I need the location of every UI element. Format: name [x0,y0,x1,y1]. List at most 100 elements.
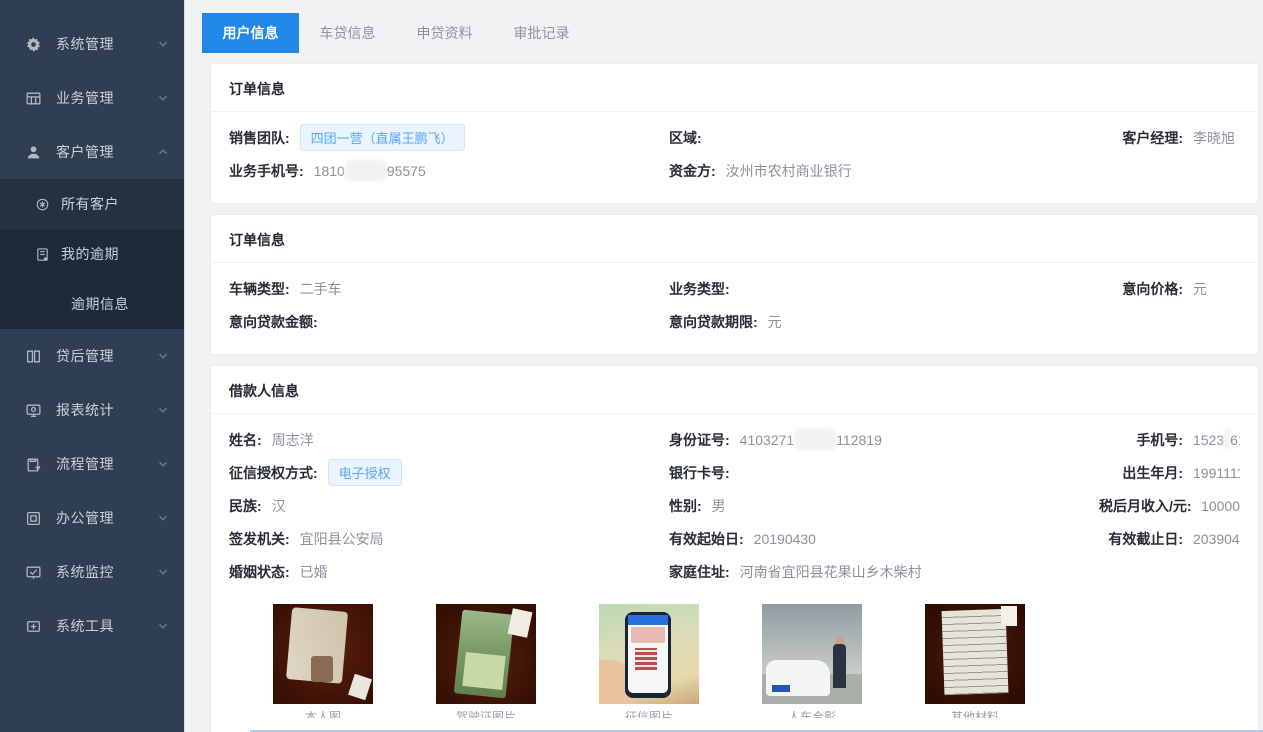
sidebar-item-office-mgmt[interactable]: 办公管理 [0,491,184,545]
field-marital-status: 婚姻状态: 已婚 [229,555,669,588]
sidebar-item-label: 逾期信息 [71,294,170,314]
field-mobile-number: 手机号: 1523 6137 [1099,423,1240,456]
car-person-photo[interactable] [762,604,862,704]
photo-caption: 征信图片 [599,711,699,718]
chevron-down-icon [156,511,170,525]
chevron-up-icon [156,145,170,159]
field-intended-loan-amount: 意向贷款金额: [229,305,669,338]
field-gender: 性别: 男 [669,489,1099,522]
card-title: 订单信息 [211,64,1258,112]
tab-approval-records[interactable]: 审批记录 [493,13,590,53]
photo-item: 其他材料 [925,604,1025,718]
clipboard-icon [24,455,42,473]
sidebar-item-customer-mgmt[interactable]: 客户管理 [0,125,184,179]
borrower-photos: 本人图 驾驶证图片 征信图片 [229,588,1240,718]
field-intended-price: 意向价格: 元 [1099,272,1240,305]
sidebar-item-my-overdue[interactable]: 我的逾期 [0,229,184,279]
card-title: 订单信息 [211,215,1258,263]
field-business-phone: 业务手机号: 1810 95575 [229,154,669,187]
sidebar-item-postloan-mgmt[interactable]: 贷后管理 [0,329,184,383]
field-ethnicity: 民族: 汉 [229,489,669,522]
field-name: 姓名: 周志洋 [229,423,669,456]
field-monthly-income: 税后月收入/元: 10000 [1099,489,1240,522]
monitor-icon [24,401,42,419]
field-valid-until: 有效截止日: 20390430 [1099,522,1240,555]
photo-caption: 其他材料 [925,711,1025,718]
book-icon [24,347,42,365]
field-empty [1099,555,1240,588]
field-vehicle-type: 车辆类型: 二手车 [229,272,669,305]
field-business-type: 业务类型: [669,272,1099,305]
field-account-manager: 客户经理: 李晓旭 [1099,121,1240,154]
masked-digits [797,432,833,447]
photo-item: 征信图片 [599,604,699,718]
sidebar-item-label: 贷后管理 [56,346,156,366]
chevron-down-icon [156,403,170,417]
chevron-down-icon [156,457,170,471]
sidebar-menu: 系统管理 业务管理 客户管理 [0,0,184,653]
field-credit-auth-method: 征信授权方式: 电子授权 [229,456,669,489]
user-icon [24,143,42,161]
field-fund-provider: 资金方: 汝州市农村商业银行 [669,154,1099,187]
photo-item: 本人图 [273,604,373,718]
field-sales-team: 销售团队: 四团一营（直属王鹏飞） [229,121,669,154]
masked-digits [348,163,384,178]
chevron-down-icon [156,91,170,105]
tab-loan-application-docs[interactable]: 申贷资料 [396,13,493,53]
field-region: 区域: [669,121,1099,154]
tab-car-loan-info[interactable]: 车贷信息 [299,13,396,53]
field-intended-loan-term: 意向贷款期限: 元 [669,305,1099,338]
photo-caption: 本人图 [273,711,373,718]
field-bank-card-number: 银行卡号: [669,456,1099,489]
monitor-check-icon [24,563,42,581]
sidebar-item-overdue-info[interactable]: 逾期信息 [0,279,184,329]
sidebar-item-system-monitor[interactable]: 系统监控 [0,545,184,599]
sidebar-item-label: 我的逾期 [61,244,170,264]
sidebar-item-label: 系统管理 [56,34,156,54]
field-home-address: 家庭住址: 河南省宜阳县花果山乡木柴村 [669,555,1099,588]
chevron-down-icon [156,37,170,51]
e-auth-tag[interactable]: 电子授权 [328,459,402,486]
sidebar-item-label: 系统监控 [56,562,156,582]
sidebar-item-label: 所有客户 [61,194,170,214]
main-content: 用户信息 车贷信息 申贷资料 审批记录 订单信息 销售团队: 四团一营（直属王鹏… [186,0,1263,732]
sidebar-item-label: 业务管理 [56,88,156,108]
detail-tabs: 用户信息 车贷信息 申贷资料 审批记录 [202,13,1263,53]
field-empty [1099,154,1240,187]
grid-icon [24,89,42,107]
sales-team-tag[interactable]: 四团一营（直属王鹏飞） [300,124,465,151]
sidebar-item-label: 办公管理 [56,508,156,528]
field-empty [1099,305,1240,338]
tab-user-info[interactable]: 用户信息 [202,13,299,53]
photo-caption: 驾驶证图片 [436,711,536,718]
toolbox-icon [24,617,42,635]
sidebar-item-system-mgmt[interactable]: 系统管理 [0,17,184,71]
borrower-info-card: 借款人信息 姓名: 周志洋 身份证号: 4103271 112819 手机号: … [210,365,1259,732]
sidebar-submenu-customer: 所有客户 我的逾期 逾期信息 [0,179,184,329]
field-valid-from: 有效起始日: 20190430 [669,522,1099,555]
sidebar-item-label: 流程管理 [56,454,156,474]
chevron-down-icon [156,349,170,363]
sidebar-item-system-tools[interactable]: 系统工具 [0,599,184,653]
sidebar: 系统管理 业务管理 客户管理 [0,0,185,732]
phone-qr-photo[interactable] [599,604,699,704]
gear-icon [24,35,42,53]
paper-document-photo[interactable] [925,604,1025,704]
sidebar-item-business-mgmt[interactable]: 业务管理 [0,71,184,125]
field-issuing-authority: 签发机关: 宜阳县公安局 [229,522,669,555]
sidebar-item-label: 客户管理 [56,142,156,162]
office-icon [24,509,42,527]
chevron-down-icon [156,619,170,633]
document-icon [33,245,51,263]
green-booklet-photo[interactable] [436,604,536,704]
order-info-card-1: 订单信息 销售团队: 四团一营（直属王鹏飞） 区域: 客户经理: 李晓旭 业务手… [210,63,1259,204]
field-birth-date: 出生年月: 19911111 [1099,456,1240,489]
field-id-number: 身份证号: 4103271 112819 [669,423,1099,456]
photo-item: 人车合影 [762,604,862,718]
photo-caption: 人车合影 [762,711,862,718]
sidebar-item-process-mgmt[interactable]: 流程管理 [0,437,184,491]
card-title: 借款人信息 [211,366,1258,414]
sidebar-item-report-stats[interactable]: 报表统计 [0,383,184,437]
id-card-photo[interactable] [273,604,373,704]
sidebar-item-all-customers[interactable]: 所有客户 [0,179,184,229]
